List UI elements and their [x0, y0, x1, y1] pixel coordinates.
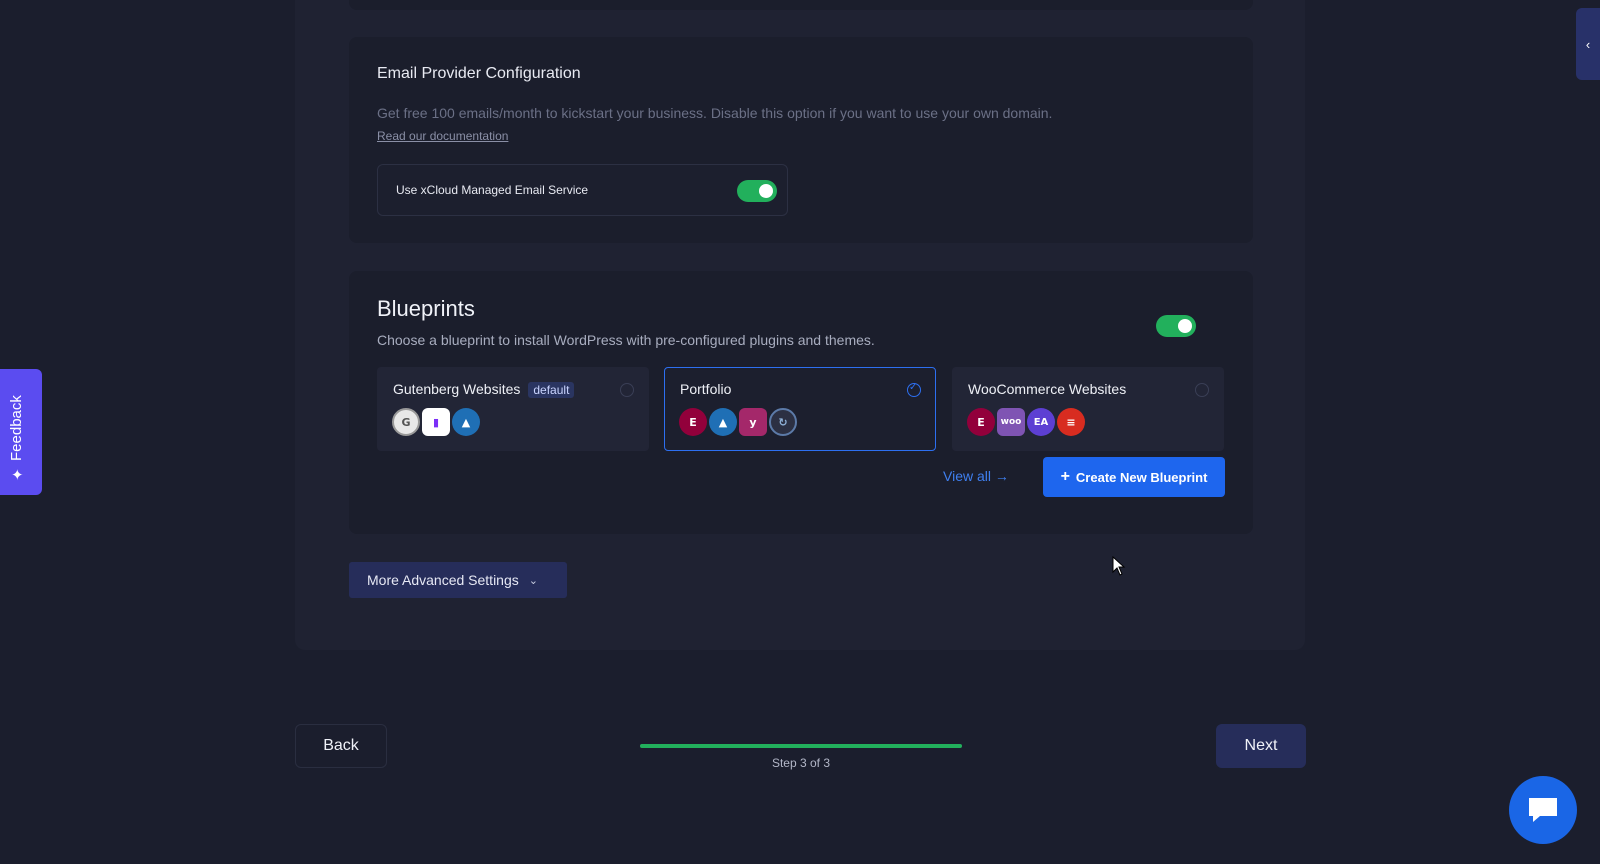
default-badge: default	[528, 382, 575, 398]
more-advanced-settings-button[interactable]: More Advanced Settings ⌄	[349, 562, 567, 598]
blueprint-option-woocommerce[interactable]: WooCommerce Websites E woo EA ≡	[952, 367, 1224, 451]
back-button[interactable]: Back	[295, 724, 387, 768]
blueprint-radio[interactable]	[620, 383, 634, 397]
plus-icon: +	[1060, 468, 1070, 485]
arrow-right-icon: →	[994, 468, 1009, 484]
plugin-icons: G ▮ ▲	[392, 408, 480, 436]
blueprints-toggle[interactable]	[1156, 315, 1196, 337]
elementor-icon: E	[967, 408, 995, 436]
yoast-icon: y	[739, 408, 767, 436]
kadence-icon: ▮	[422, 408, 450, 436]
mountain-icon: ▲	[452, 408, 480, 436]
chat-icon	[1529, 798, 1557, 822]
email-provider-card: Email Provider Configuration Get free 10…	[349, 37, 1253, 243]
blueprints-card: Blueprints Choose a blueprint to install…	[349, 271, 1253, 534]
plugin-icons: E woo EA ≡	[967, 408, 1085, 436]
managed-email-toggle[interactable]	[737, 180, 777, 202]
blueprint-radio[interactable]	[1195, 383, 1209, 397]
documentation-link[interactable]: Read our documentation	[377, 129, 508, 143]
feedback-label: Feedback	[8, 395, 25, 461]
gutenberg-icon: G	[392, 408, 420, 436]
collapse-sidebar-button[interactable]: ‹	[1576, 8, 1600, 80]
create-blueprint-button[interactable]: + Create New Blueprint	[1043, 457, 1225, 497]
view-all-link[interactable]: View all →	[943, 468, 1009, 484]
chevron-left-icon: ‹	[1585, 36, 1591, 52]
blueprints-description: Choose a blueprint to install WordPress …	[377, 332, 875, 348]
blueprint-radio-checked[interactable]	[907, 382, 921, 397]
email-provider-title: Email Provider Configuration	[377, 65, 581, 82]
sparkle-icon: ✦	[11, 466, 24, 484]
chat-button[interactable]	[1509, 776, 1577, 844]
previous-section-card	[349, 0, 1253, 10]
blueprint-name: WooCommerce Websites	[968, 381, 1127, 397]
blueprint-name: Portfolio	[680, 381, 732, 397]
plugin-icons: E ▲ y ↻	[679, 408, 797, 436]
email-provider-description: Get free 100 emails/month to kickstart y…	[377, 105, 1053, 121]
ea-icon: EA	[1027, 408, 1055, 436]
managed-email-label: Use xCloud Managed Email Service	[396, 183, 589, 197]
mouse-cursor-icon	[1112, 556, 1126, 576]
redis-icon: ≡	[1057, 408, 1085, 436]
next-button[interactable]: Next	[1216, 724, 1306, 768]
updraft-icon: ↻	[769, 408, 797, 436]
woo-icon: woo	[997, 408, 1025, 436]
advanced-settings-label: More Advanced Settings	[367, 572, 519, 588]
blueprint-option-gutenberg[interactable]: Gutenberg Websites default G ▮ ▲	[377, 367, 649, 451]
feedback-tab[interactable]: Feedback ✦	[0, 369, 42, 495]
progress-fill	[640, 744, 962, 748]
create-blueprint-label: Create New Blueprint	[1075, 469, 1208, 485]
blueprints-title: Blueprints	[377, 296, 475, 321]
step-indicator: Step 3 of 3	[771, 756, 831, 770]
blueprint-name: Gutenberg Websites	[393, 381, 521, 397]
managed-email-option: Use xCloud Managed Email Service	[377, 164, 788, 216]
blueprint-option-portfolio[interactable]: Portfolio E ▲ y ↻	[664, 367, 936, 451]
mountain-icon: ▲	[709, 408, 737, 436]
progress-bar	[640, 744, 962, 748]
chevron-down-icon: ⌄	[528, 574, 538, 587]
elementor-icon: E	[679, 408, 707, 436]
